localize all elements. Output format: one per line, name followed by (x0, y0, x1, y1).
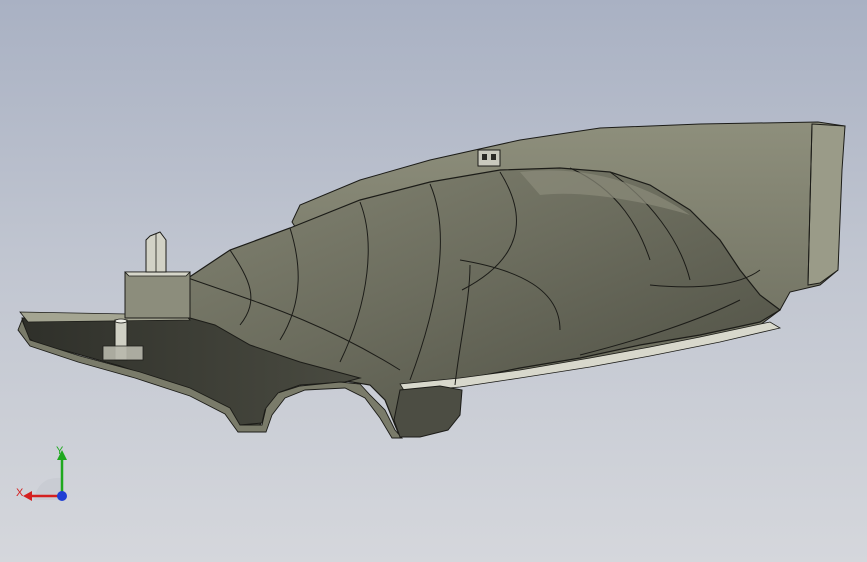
lower-bulge (393, 385, 463, 438)
mounting-bracket (124, 231, 191, 319)
end-plate (807, 123, 846, 286)
coordinate-triad: Y X (16, 445, 67, 501)
x-axis-label: X (16, 487, 24, 499)
top-clip (477, 149, 501, 167)
cad-viewport[interactable]: Y X (0, 0, 867, 562)
z-axis (57, 491, 67, 501)
cad-model[interactable] (0, 0, 867, 562)
y-axis-label: Y (56, 445, 64, 457)
